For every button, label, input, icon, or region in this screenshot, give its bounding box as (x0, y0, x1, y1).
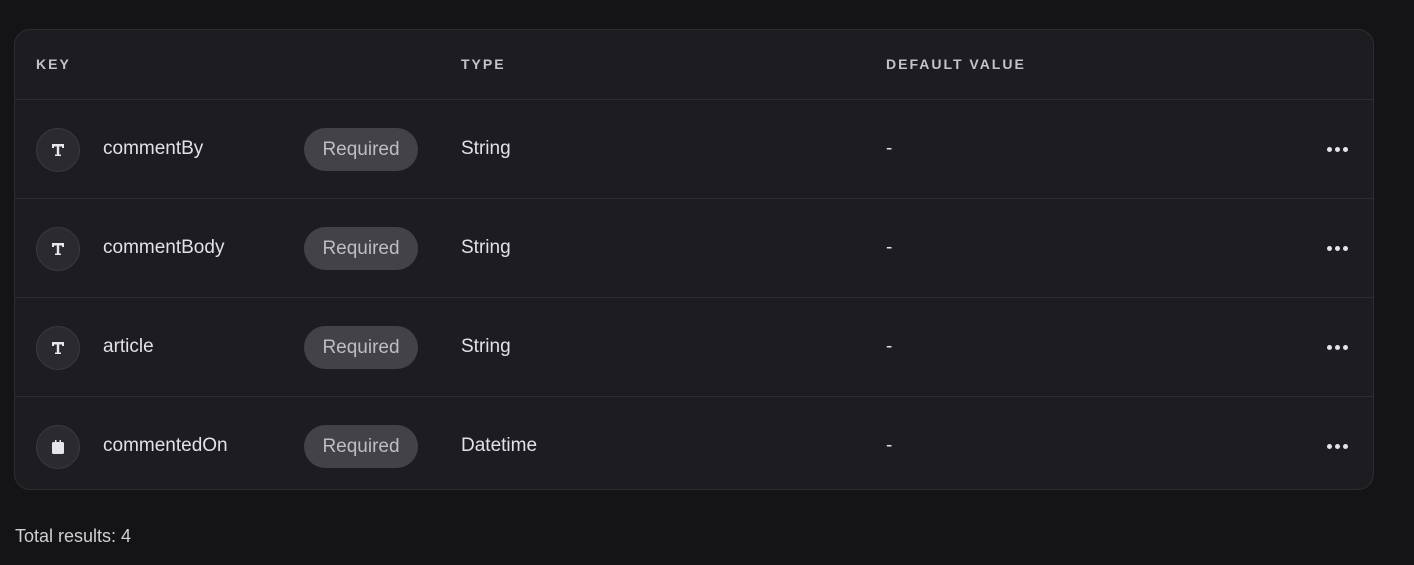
attribute-default-value: - (886, 138, 893, 159)
required-badge: Required (304, 128, 418, 171)
column-header-default-value: DEFAULT VALUE (886, 56, 1026, 72)
text-type-icon (36, 227, 80, 271)
text-type-icon (36, 326, 80, 370)
attribute-type: String (461, 336, 511, 357)
attribute-default-value: - (886, 435, 893, 456)
table-row[interactable]: article Required String - (15, 298, 1373, 397)
required-badge: Required (304, 227, 418, 270)
attributes-table: KEY TYPE DEFAULT VALUE commentBy Require… (14, 29, 1374, 490)
attribute-key: commentBy (103, 138, 204, 159)
attribute-type: Datetime (461, 435, 538, 456)
more-options-button[interactable] (1321, 331, 1353, 363)
text-type-icon (36, 128, 80, 172)
total-results: Total results: 4 (15, 526, 132, 546)
attribute-default-value: - (886, 237, 893, 258)
attribute-key: commentedOn (103, 435, 228, 456)
calendar-icon (36, 425, 80, 469)
table-row[interactable]: commentBy Required String - (15, 100, 1373, 199)
attribute-default-value: - (886, 336, 893, 357)
more-options-button[interactable] (1321, 232, 1353, 264)
table-row[interactable]: commentBody Required String - (15, 199, 1373, 298)
attribute-type: String (461, 138, 511, 159)
required-badge: Required (304, 425, 418, 468)
column-header-type: TYPE (461, 56, 506, 72)
attribute-type: String (461, 237, 511, 258)
required-badge: Required (304, 326, 418, 369)
more-options-button[interactable] (1321, 133, 1353, 165)
attribute-key: commentBody (103, 237, 225, 258)
more-options-button[interactable] (1321, 430, 1353, 462)
table-header: KEY TYPE DEFAULT VALUE (15, 30, 1373, 100)
attribute-key: article (103, 336, 154, 357)
column-header-key: KEY (36, 56, 71, 72)
table-row[interactable]: commentedOn Required Datetime - (15, 397, 1373, 489)
